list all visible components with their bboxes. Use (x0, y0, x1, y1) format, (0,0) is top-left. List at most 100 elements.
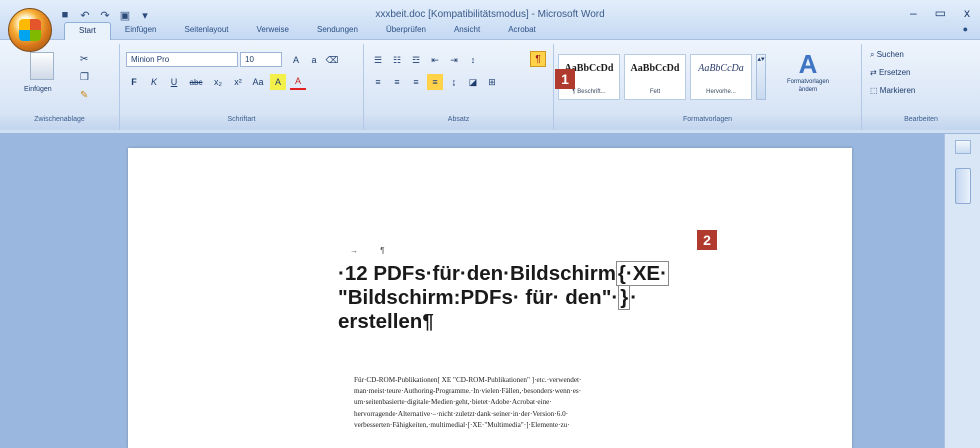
tab-mailings[interactable]: Sendungen (303, 22, 372, 40)
paragraph-row-1: ☰ ☷ ☲ ⇤ ⇥ ↕ (370, 52, 481, 68)
align-right-icon[interactable]: ≡ (408, 74, 424, 90)
group-label-editing: Bearbeiten (862, 116, 980, 130)
tab-insert[interactable]: Einfügen (111, 22, 171, 40)
shrink-font-icon[interactable]: a (306, 52, 322, 68)
cut-icon[interactable]: ✂ (80, 54, 88, 65)
document-heading[interactable]: ·12 PDFs·für·den·Bildschirm{·XE· "Bildsc… (338, 261, 778, 334)
index-entry-field-end[interactable]: } (618, 285, 631, 310)
group-editing: ⌕ Suchen ⇄ Ersetzen ⬚ Markieren Bearbeit… (862, 44, 980, 130)
heading-line-2: "Bildschirm:PDFs· für· den"·}· (338, 285, 778, 310)
style-name: ¶ Beschrift... (572, 89, 606, 95)
maximize-button[interactable]: ▭ (935, 6, 946, 20)
document-body-paragraph[interactable]: Für·CD-ROM-Publikationen[ XE "CD-ROM-Pub… (354, 375, 740, 431)
align-center-icon[interactable]: ≡ (389, 74, 405, 90)
copy-icon[interactable]: ❐ (80, 72, 89, 83)
ribbon-tabs: Start Einfügen Seitenlayout Verweise Sen… (64, 22, 550, 40)
tab-review[interactable]: Überprüfen (372, 22, 440, 40)
tab-start[interactable]: Start (64, 22, 111, 40)
close-button[interactable]: x (964, 6, 970, 20)
grow-font-icon[interactable]: A (288, 52, 304, 68)
group-paragraph: ☰ ☷ ☲ ⇤ ⇥ ↕ ≡ ≡ ≡ ≡ ↨ ◪ ⊞ ¶ Absatz (364, 44, 554, 130)
font-color-button[interactable]: A (290, 74, 306, 90)
group-label-paragraph: Absatz (364, 116, 553, 130)
borders-icon[interactable]: ⊞ (484, 74, 500, 90)
index-entry-field-text: "Bildschirm:PDFs· für· den"· (338, 286, 619, 309)
group-label-styles: Formatvorlagen (554, 116, 861, 130)
change-styles-icon: A (798, 49, 818, 79)
body-line: man·meist·teure·Authoring-Programme.·In·… (354, 387, 582, 396)
style-card-emphasis[interactable]: AaBbCcDa Hervorhe... (690, 54, 752, 100)
window-controls: – ▭ x (910, 6, 970, 20)
superscript-button[interactable]: x² (230, 74, 246, 90)
group-label-clipboard: Zwischenablage (0, 116, 119, 130)
sort-icon[interactable]: ↕ (465, 52, 481, 68)
vertical-scrollbar[interactable] (944, 134, 980, 448)
decrease-indent-icon[interactable]: ⇤ (427, 52, 443, 68)
highlight-button[interactable]: A (270, 74, 286, 90)
heading-space-mark: · (630, 286, 638, 309)
font-format-buttons: F K U abc x₂ x² Aa A A (126, 74, 306, 90)
select-icon: ⬚ (870, 86, 880, 95)
format-painter-icon[interactable]: ✎ (80, 90, 88, 101)
body-line: Für·CD-ROM-Publikationen[ XE "CD-ROM-Pub… (354, 376, 582, 384)
font-name-select[interactable]: Minion Pro (126, 52, 238, 67)
callout-badge-1: 1 (555, 69, 575, 89)
font-size-select[interactable]: 10 (240, 52, 282, 67)
group-styles: AaBbCcDd ¶ Beschrift... AaBbCcDd Fett Aa… (554, 44, 862, 130)
change-case-button[interactable]: Aa (250, 74, 266, 90)
paragraph-row-2: ≡ ≡ ≡ ≡ ↨ ◪ ⊞ (370, 74, 500, 90)
heading-text: ·12 PDFs·für·den·Bildschirm (338, 262, 616, 285)
numbering-icon[interactable]: ☷ (389, 52, 405, 68)
italic-button[interactable]: K (146, 74, 162, 90)
style-name: Hervorhe... (706, 89, 736, 95)
align-left-icon[interactable]: ≡ (370, 74, 386, 90)
heading-line-3: erstellen¶ (338, 310, 434, 333)
heading-line-1: ·12 PDFs·für·den·Bildschirm{·XE· (338, 261, 778, 286)
group-clipboard: Einfügen ✂ ❐ ✎ Zwischenablage (0, 44, 120, 130)
underline-button[interactable]: U (166, 74, 182, 90)
styles-scroll-icon[interactable]: ▴▾ (756, 54, 766, 100)
style-sample: AaBbCcDd (630, 63, 680, 74)
scroll-thumb[interactable] (955, 168, 971, 204)
paste-label[interactable]: Einfügen (24, 86, 52, 93)
multilevel-icon[interactable]: ☲ (408, 52, 424, 68)
office-logo-icon (19, 19, 41, 41)
paste-icon[interactable] (30, 52, 54, 80)
replace-label: Ersetzen (878, 68, 911, 77)
callout-badge-2: 2 (697, 230, 717, 250)
office-button[interactable] (8, 8, 52, 52)
replace-button[interactable]: ⇄ Ersetzen (870, 68, 911, 77)
group-font: Minion Pro 10 A a ⌫ F K U abc x₂ x² Aa A… (120, 44, 364, 130)
minimize-button[interactable]: – (910, 6, 917, 20)
clear-format-icon[interactable]: ⌫ (324, 52, 340, 68)
show-formatting-marks-button[interactable]: ¶ (530, 51, 546, 67)
style-card-bold[interactable]: AaBbCcDd Fett (624, 54, 686, 100)
tab-references[interactable]: Verweise (243, 22, 303, 40)
font-grow-shrink: A a ⌫ (288, 52, 340, 68)
select-label: Markieren (879, 86, 916, 95)
tab-view[interactable]: Ansicht (440, 22, 494, 40)
shading-icon[interactable]: ◪ (465, 74, 481, 90)
tab-page-layout[interactable]: Seitenlayout (171, 22, 243, 40)
index-entry-field-start[interactable]: {·XE· (615, 261, 669, 286)
change-styles-label: Formatvorlagen ändern (786, 79, 830, 93)
help-icon[interactable]: ● (963, 24, 968, 34)
formatting-marks: → ¶ (350, 246, 395, 255)
change-styles-button[interactable]: A Formatvorlagen ändern (778, 50, 838, 94)
tab-acrobat[interactable]: Acrobat (494, 22, 550, 40)
select-button[interactable]: ⬚ Markieren (870, 86, 915, 95)
body-line: hervorragende·Alternative·–·nicht·zuletz… (354, 409, 569, 418)
body-line: um·seitenbasierte·digitale·Medien·geht,·… (354, 398, 552, 407)
bullets-icon[interactable]: ☰ (370, 52, 386, 68)
body-line: verbesserten·Fähigkeiten,·multimedial·[·… (354, 420, 570, 429)
increase-indent-icon[interactable]: ⇥ (446, 52, 462, 68)
scroll-up-icon[interactable] (955, 140, 971, 154)
subscript-button[interactable]: x₂ (210, 74, 226, 90)
line-spacing-icon[interactable]: ↨ (446, 74, 462, 90)
strikethrough-button[interactable]: abc (186, 74, 206, 90)
bold-button[interactable]: F (126, 74, 142, 90)
replace-icon: ⇄ (870, 68, 879, 77)
ribbon: Einfügen ✂ ❐ ✎ Zwischenablage Minion Pro… (0, 40, 980, 134)
justify-icon[interactable]: ≡ (427, 74, 443, 90)
find-button[interactable]: ⌕ Suchen (870, 50, 904, 60)
